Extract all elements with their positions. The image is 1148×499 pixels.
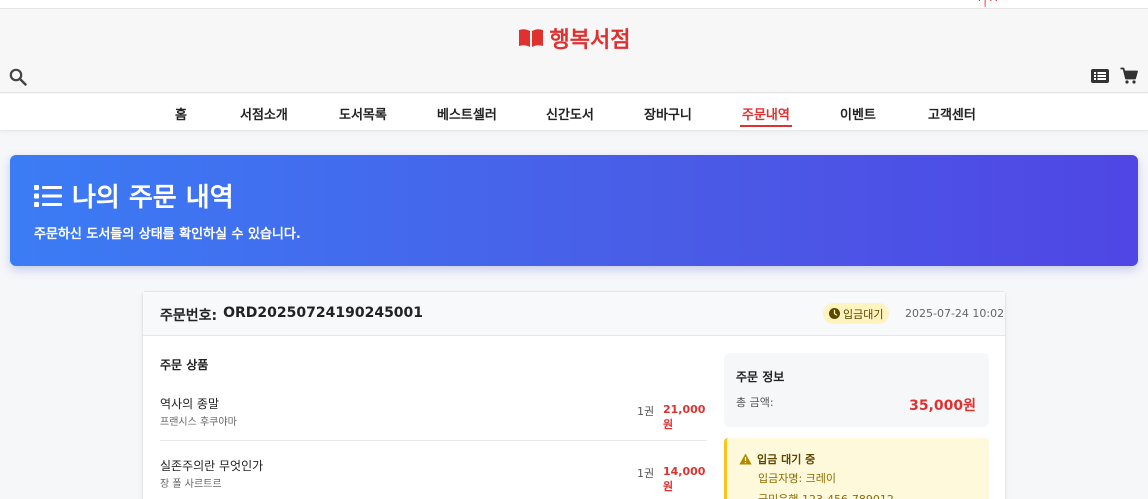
order-number-value: ORD20250724190245001	[223, 305, 424, 321]
search-icon[interactable]	[9, 68, 27, 86]
clock-icon	[829, 308, 840, 319]
notice-header: 입금 대기 중	[739, 451, 815, 467]
order-number-label: 주문번호:	[160, 308, 218, 324]
total-label: 총 금액:	[736, 396, 774, 409]
total-amount: 35,000원	[909, 398, 976, 414]
nav-item-events[interactable]: 이벤트	[840, 104, 876, 123]
order-date: 2025-07-24 10:02	[905, 307, 1005, 320]
nav-item-support[interactable]: 고객센터	[928, 104, 976, 123]
order-card: 주문번호: ORD20250724190245001 입금대기 2025-07-…	[142, 291, 1006, 499]
order-items-title: 주문 상품	[160, 358, 209, 372]
item-title[interactable]: 실존주의란 무엇인가	[160, 457, 263, 474]
item-price: 14,000원	[663, 465, 706, 493]
depositor-name: 입금자명: 크레이	[758, 472, 837, 485]
status-text: 입금대기	[843, 307, 884, 321]
item-quantity: 1권	[637, 405, 655, 418]
list-icon	[34, 184, 62, 207]
store-logo[interactable]: 행복서점	[0, 22, 1148, 54]
order-number: 주문번호: ORD20250724190245001	[160, 305, 423, 325]
item-author: 프랜시스 후쿠야마	[160, 417, 237, 428]
nav-item-orders[interactable]: 주문내역	[740, 104, 792, 127]
nav-item-about[interactable]: 서점소개	[240, 104, 288, 123]
order-item: 역사의 종말 프랜시스 후쿠야마 1권 21,000원	[160, 393, 707, 441]
payment-notice: 입금 대기 중 입금자명: 크레이 국민은행 123-456-789012	[724, 438, 989, 499]
page-subtitle: 주문하신 도서들의 상태를 확인하실 수 있습니다.	[34, 227, 301, 242]
top-strip: ·|··	[0, 0, 1148, 9]
page-title: 나의 주문 내역	[34, 177, 234, 214]
store-name: 행복서점	[549, 28, 631, 53]
order-card-header: 주문번호: ORD20250724190245001 입금대기 2025-07-…	[143, 292, 1005, 336]
hero-banner: 나의 주문 내역 주문하신 도서들의 상태를 확인하실 수 있습니다.	[10, 155, 1138, 266]
cart-icon[interactable]	[1120, 67, 1138, 85]
notice-title: 입금 대기 중	[757, 453, 816, 466]
nav-item-new-books[interactable]: 신간도서	[546, 104, 594, 123]
order-info-box: 주문 정보 총 금액: 35,000원	[724, 353, 989, 427]
main-nav: 홈 서점소개 도서목록 베스트셀러 신간도서 장바구니 주문내역 이벤트 고객센…	[0, 94, 1148, 131]
top-strip-marks: ·|··	[977, 0, 1000, 7]
order-item: 실존주의란 무엇인가 장 폴 사르트르 1권 14,000원	[160, 455, 707, 499]
book-icon	[518, 29, 543, 47]
nav-item-books[interactable]: 도서목록	[339, 104, 387, 123]
nav-item-home[interactable]: 홈	[175, 104, 187, 123]
item-price: 21,000원	[663, 403, 706, 431]
item-author: 장 폴 사르트르	[160, 479, 222, 490]
status-badge: 입금대기	[823, 303, 890, 324]
order-info-title: 주문 정보	[736, 370, 785, 384]
page-title-text: 나의 주문 내역	[72, 183, 234, 213]
warning-icon	[739, 453, 752, 465]
item-quantity: 1권	[637, 467, 655, 480]
order-list-icon[interactable]	[1091, 69, 1109, 83]
item-title[interactable]: 역사의 종말	[160, 395, 219, 412]
bank-account: 국민은행 123-456-789012	[758, 491, 894, 499]
nav-item-bestseller[interactable]: 베스트셀러	[437, 104, 497, 123]
site-header: 행복서점	[0, 9, 1148, 93]
nav-item-cart[interactable]: 장바구니	[644, 104, 692, 123]
